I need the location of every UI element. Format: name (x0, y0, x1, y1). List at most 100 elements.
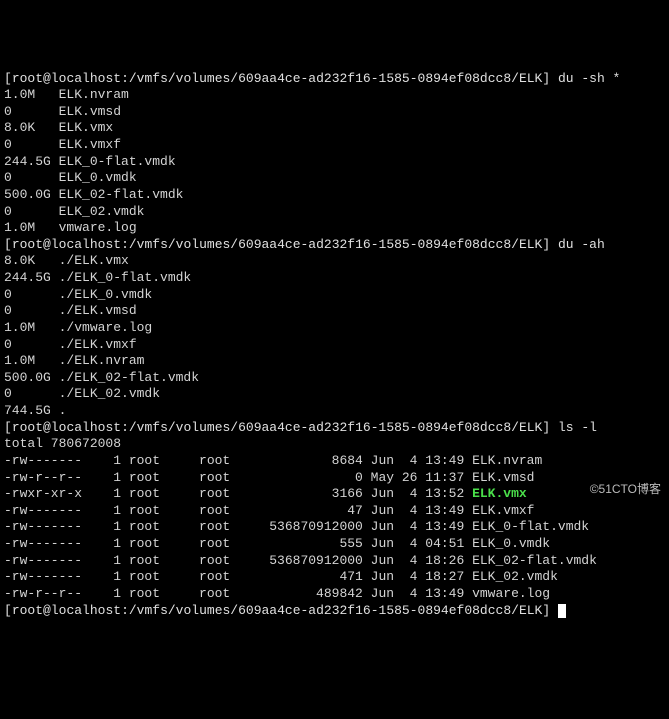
prompt-at: @ (43, 420, 51, 435)
du-name: ./ELK_02-flat.vmdk (59, 370, 199, 385)
prompt-close-bracket: ] (542, 420, 558, 435)
prompt-at: @ (43, 71, 51, 86)
du-output-row: 1.0M vmware.log (4, 220, 665, 237)
prompt-colon: : (121, 237, 129, 252)
du-output-row: 1.0M ./ELK.nvram (4, 353, 665, 370)
du-size: 1.0M (4, 320, 59, 335)
du-output-row: 1.0M ./vmware.log (4, 320, 665, 337)
prompt-path: /vmfs/volumes/609aa4ce-ad232f16-1585-089… (129, 603, 542, 618)
du-name: ELK.vmx (59, 120, 114, 135)
ls-row: -rw-r--r-- 1 root root 489842 Jun 4 13:4… (4, 586, 665, 603)
du-output-row: 244.5G ELK_0-flat.vmdk (4, 154, 665, 171)
du-name: ./ELK_0-flat.vmdk (59, 270, 192, 285)
du-name: ELK.nvram (59, 87, 129, 102)
du-name: ELK_02-flat.vmdk (59, 187, 184, 202)
du-output-row: 500.0G ./ELK_02-flat.vmdk (4, 370, 665, 387)
ls-row: -rw-r--r-- 1 root root 0 May 26 11:37 EL… (4, 470, 665, 487)
file-name: ELK.vmsd (472, 470, 534, 485)
prompt-line[interactable]: [root@localhost:/vmfs/volumes/609aa4ce-a… (4, 420, 665, 437)
du-size: 0 (4, 386, 59, 401)
prompt-host: localhost (51, 237, 121, 252)
prompt-colon: : (121, 71, 129, 86)
prompt-close-bracket: ] (542, 237, 558, 252)
du-size: 1.0M (4, 353, 59, 368)
du-output-row: 8.0K ELK.vmx (4, 120, 665, 137)
du-name: ./ELK.vmx (59, 253, 129, 268)
du-size: 0 (4, 137, 59, 152)
prompt-open-bracket: [ (4, 237, 12, 252)
du-size: 1.0M (4, 220, 59, 235)
prompt-colon: : (121, 420, 129, 435)
prompt-host: localhost (51, 71, 121, 86)
file-name: vmware.log (472, 586, 550, 601)
ls-row-meta: -rw------- 1 root root 555 Jun 4 04:51 (4, 536, 472, 551)
prompt-line[interactable]: [root@localhost:/vmfs/volumes/609aa4ce-a… (4, 237, 665, 254)
ls-row: -rw------- 1 root root 471 Jun 4 18:27 E… (4, 569, 665, 586)
du-name: ./ELK.vmxf (59, 337, 137, 352)
terminal-output[interactable]: [root@localhost:/vmfs/volumes/609aa4ce-a… (4, 71, 665, 620)
du-name: ELK_0-flat.vmdk (59, 154, 176, 169)
du-size: 500.0G (4, 370, 59, 385)
file-name: ELK.vmx (472, 486, 527, 501)
du-size: 8.0K (4, 120, 59, 135)
prompt-user: root (12, 603, 43, 618)
ls-row: -rw------- 1 root root 8684 Jun 4 13:49 … (4, 453, 665, 470)
du-size: 500.0G (4, 187, 59, 202)
prompt-user: root (12, 71, 43, 86)
du-output-row: 1.0M ELK.nvram (4, 87, 665, 104)
prompt-open-bracket: [ (4, 71, 12, 86)
du-output-row: 0 ./ELK.vmsd (4, 303, 665, 320)
prompt-line[interactable]: [root@localhost:/vmfs/volumes/609aa4ce-a… (4, 71, 665, 88)
du-output-row: 0 ELK_0.vmdk (4, 170, 665, 187)
du-output-row: 500.0G ELK_02-flat.vmdk (4, 187, 665, 204)
du-size: 744.5G (4, 403, 59, 418)
file-name: ELK.nvram (472, 453, 542, 468)
prompt-close-bracket: ] (542, 603, 558, 618)
file-name: ELK_02-flat.vmdk (472, 553, 597, 568)
watermark: ©51CTO博客 (590, 482, 661, 497)
du-output-row: 0 ELK_02.vmdk (4, 204, 665, 221)
prompt-close-bracket: ] (542, 71, 558, 86)
prompt-path: /vmfs/volumes/609aa4ce-ad232f16-1585-089… (129, 237, 542, 252)
ls-row-meta: -rw------- 1 root root 536870912000 Jun … (4, 553, 472, 568)
command-text: du -ah (558, 237, 605, 252)
prompt-open-bracket: [ (4, 603, 12, 618)
prompt-colon: : (121, 603, 129, 618)
du-name: ELK_0.vmdk (59, 170, 137, 185)
ls-row-meta: -rw------- 1 root root 536870912000 Jun … (4, 519, 472, 534)
du-output-row: 0 ELK.vmsd (4, 104, 665, 121)
du-size: 0 (4, 303, 59, 318)
du-size: 0 (4, 170, 59, 185)
prompt-at: @ (43, 237, 51, 252)
command-text: du -sh * (558, 71, 620, 86)
du-name: ./ELK.vmsd (59, 303, 137, 318)
du-name: ./ELK_02.vmdk (59, 386, 160, 401)
du-name: . (59, 403, 67, 418)
prompt-at: @ (43, 603, 51, 618)
prompt-line[interactable]: [root@localhost:/vmfs/volumes/609aa4ce-a… (4, 603, 665, 620)
ls-total-line: total 780672008 (4, 436, 665, 453)
du-name: ELK.vmsd (59, 104, 121, 119)
du-size: 0 (4, 204, 59, 219)
file-name: ELK.vmxf (472, 503, 534, 518)
du-size: 0 (4, 287, 59, 302)
ls-row-meta: -rw------- 1 root root 471 Jun 4 18:27 (4, 569, 472, 584)
du-size: 244.5G (4, 270, 59, 285)
du-name: ELK_02.vmdk (59, 204, 145, 219)
du-output-row: 0 ./ELK_0.vmdk (4, 287, 665, 304)
file-name: ELK_0.vmdk (472, 536, 550, 551)
ls-row: -rwxr-xr-x 1 root root 3166 Jun 4 13:52 … (4, 486, 665, 503)
du-output-row: 244.5G ./ELK_0-flat.vmdk (4, 270, 665, 287)
du-output-row: 0 ./ELK_02.vmdk (4, 386, 665, 403)
prompt-user: root (12, 237, 43, 252)
du-size: 8.0K (4, 253, 59, 268)
ls-row-meta: -rw------- 1 root root 8684 Jun 4 13:49 (4, 453, 472, 468)
du-name: ELK.vmxf (59, 137, 121, 152)
ls-row: -rw------- 1 root root 536870912000 Jun … (4, 553, 665, 570)
du-name: ./ELK.nvram (59, 353, 145, 368)
ls-row: -rw------- 1 root root 47 Jun 4 13:49 EL… (4, 503, 665, 520)
ls-row-meta: -rw-r--r-- 1 root root 0 May 26 11:37 (4, 470, 472, 485)
ls-row: -rw------- 1 root root 555 Jun 4 04:51 E… (4, 536, 665, 553)
du-size: 1.0M (4, 87, 59, 102)
cursor (558, 604, 566, 618)
